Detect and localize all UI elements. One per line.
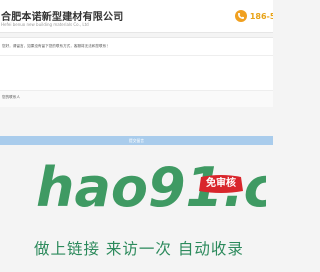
site-header: 合肥本诺新型建材有限公司 Hefei benuo new building ma…	[0, 0, 273, 33]
submit-button[interactable]: 提交留言	[0, 136, 273, 145]
phone-number: 186-56	[249, 11, 273, 21]
phone-contact[interactable]: 186-56	[234, 10, 273, 22]
phone-icon	[234, 10, 247, 22]
divider	[0, 55, 273, 56]
watermark-slogan: 做上链接 来访一次 自动收录	[34, 240, 244, 258]
form-notice: 您好，请留言，如果没有留下您的联系方式，客服将无法和您联系！	[2, 44, 110, 48]
company-name[interactable]: 合肥本诺新型建材有限公司	[1, 8, 123, 23]
watermark-badge: 免审核	[198, 174, 244, 194]
company-english-name: Hefei benuo new building materials Co., …	[1, 22, 89, 27]
page: 合肥本诺新型建材有限公司 Hefei benuo new building ma…	[0, 0, 273, 272]
watermark-badge-text: 免审核	[206, 178, 236, 189]
message-form: 您好，请留言，如果没有留下您的联系方式，客服将无法和您联系！ 您的联系人	[0, 37, 273, 107]
contact-field-label: 您的联系人	[2, 95, 20, 99]
watermark: hao91.cn 免审核 做上链接 来访一次 自动收录	[0, 156, 273, 272]
contact-field[interactable]: 您的联系人	[0, 90, 273, 107]
